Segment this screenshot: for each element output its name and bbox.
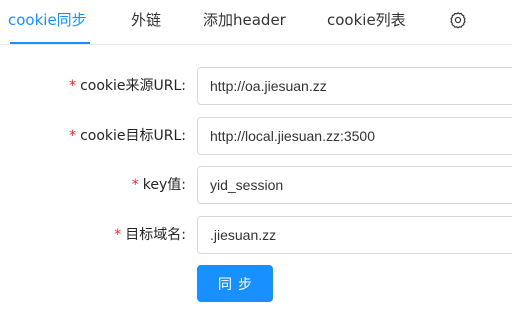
- source-url-label: * cookie来源URL:: [69, 67, 186, 105]
- source-url-input[interactable]: [197, 67, 512, 105]
- required-mark: *: [69, 78, 77, 94]
- key-label: * key值:: [132, 166, 186, 204]
- cookie-sync-app: cookie同步 外链 添加header cookie列表 * cookie来源U…: [0, 0, 512, 320]
- tab-external-links[interactable]: 外链: [131, 0, 161, 44]
- tab-cookie-list[interactable]: cookie列表: [327, 0, 406, 44]
- tab-cookie-sync[interactable]: cookie同步: [8, 0, 87, 44]
- target-domain-input[interactable]: [197, 216, 512, 254]
- required-mark: *: [69, 128, 77, 144]
- form-row-target-url: * cookie目标URL:: [0, 117, 512, 155]
- gear-icon[interactable]: [449, 11, 467, 29]
- target-url-input[interactable]: [197, 117, 512, 155]
- tab-bar: cookie同步 外链 添加header cookie列表: [0, 0, 512, 45]
- form-row-target-domain: * 目标域名:: [0, 216, 512, 254]
- key-input[interactable]: [197, 166, 512, 204]
- target-url-label: * cookie目标URL:: [69, 117, 186, 155]
- tab-add-header[interactable]: 添加header: [203, 0, 286, 44]
- required-mark: *: [114, 227, 122, 243]
- form-row-key: * key值:: [0, 166, 512, 204]
- sync-button[interactable]: 同步: [197, 265, 273, 302]
- target-url-label-text: cookie目标URL:: [80, 128, 186, 144]
- source-url-label-text: cookie来源URL:: [80, 78, 186, 94]
- target-domain-label-text: 目标域名:: [125, 227, 186, 243]
- target-domain-label: * 目标域名:: [114, 216, 186, 254]
- required-mark: *: [131, 177, 139, 193]
- form-row-source-url: * cookie来源URL:: [0, 67, 512, 105]
- key-label-text: key值:: [142, 177, 186, 193]
- active-tab-indicator: [10, 42, 90, 44]
